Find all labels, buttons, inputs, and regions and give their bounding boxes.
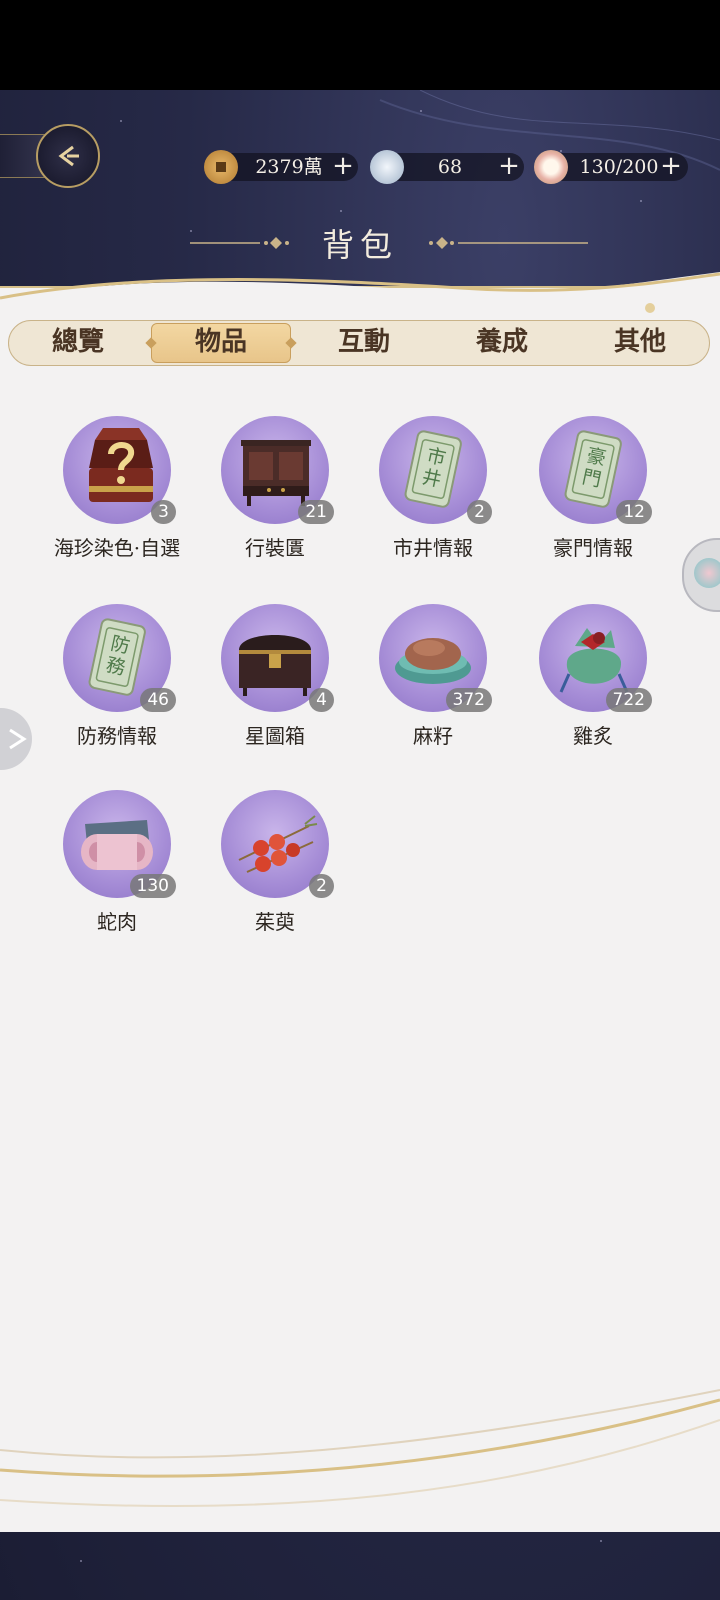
item-count: 4 xyxy=(309,688,334,712)
item-name: 雞炙 xyxy=(573,724,613,748)
inventory-item[interactable]: 防務 46 防務情報 xyxy=(42,604,192,774)
back-control xyxy=(0,124,100,188)
status-bar xyxy=(0,0,720,90)
item-name: 麻籽 xyxy=(413,724,453,748)
food-bowl-icon xyxy=(534,150,568,184)
item-name: 海珍染色·自選 xyxy=(53,536,181,560)
back-button[interactable] xyxy=(36,124,100,188)
inventory-item[interactable]: 130 蛇肉 xyxy=(42,790,192,960)
title-ornament-right xyxy=(429,237,588,249)
item-count: 46 xyxy=(140,688,176,712)
inventory-item[interactable]: 市井 2 市井情報 xyxy=(358,416,508,586)
currency-stamina: 130/200 + xyxy=(534,150,694,184)
inventory-item[interactable]: 4 星圖箱 xyxy=(200,604,350,774)
item-count: 2 xyxy=(467,500,492,524)
item-count: 130 xyxy=(129,874,176,898)
silver-pearl-icon xyxy=(370,150,404,184)
item-name: 豪門情報 xyxy=(553,536,633,560)
floating-orb-icon xyxy=(694,558,720,588)
item-count: 21 xyxy=(298,500,334,524)
inventory-item[interactable]: 3 海珍染色·自選 xyxy=(42,416,192,586)
add-coin-button[interactable]: + xyxy=(330,150,356,184)
page-title: 背包 xyxy=(321,226,398,264)
title-ornament-left xyxy=(190,237,289,249)
inventory-item[interactable]: 372 麻籽 xyxy=(358,604,508,774)
add-jade-button[interactable]: + xyxy=(496,150,522,184)
tab-other[interactable]: 其他 xyxy=(571,321,709,365)
panel-top-ornament xyxy=(0,272,720,316)
stamina-value: 130/200 xyxy=(579,156,659,178)
copper-coin-icon xyxy=(204,150,238,184)
tab-interaction[interactable]: 互動 xyxy=(295,321,433,365)
floating-assist-button[interactable] xyxy=(0,708,32,770)
inventory-item[interactable]: 豪門 12 豪門情報 xyxy=(518,416,668,586)
item-count: 3 xyxy=(151,500,176,524)
item-name: 防務情報 xyxy=(77,724,157,748)
add-stamina-button[interactable]: + xyxy=(658,150,684,184)
currency-coin: 2379萬 + xyxy=(204,150,364,184)
inventory-item[interactable]: 722 雞炙 xyxy=(518,604,668,774)
item-name: 星圖箱 xyxy=(245,724,305,748)
item-name: 蛇肉 xyxy=(97,910,137,934)
item-count: 2 xyxy=(309,874,334,898)
item-count: 12 xyxy=(616,500,652,524)
category-tab-bar: 總覽 物品 互動 養成 其他 xyxy=(8,320,710,366)
inventory-item[interactable]: 2 茱萸 xyxy=(200,790,350,960)
tab-overview[interactable]: 總覽 xyxy=(9,321,147,365)
tab-cultivation[interactable]: 養成 xyxy=(433,321,571,365)
item-name: 茱萸 xyxy=(255,910,295,934)
currency-jade: 68 + xyxy=(370,150,530,184)
coin-value: 2379萬 xyxy=(255,156,323,178)
tab-items[interactable]: 物品 xyxy=(151,323,291,363)
item-name: 市井情報 xyxy=(393,536,473,560)
assist-arrow-icon xyxy=(9,728,27,750)
inventory-item[interactable]: 21 行裝匱 xyxy=(200,416,350,586)
jade-value: 68 xyxy=(437,156,463,178)
item-name: 行裝匱 xyxy=(245,536,305,560)
back-arrow-icon xyxy=(58,145,79,167)
item-count: 372 xyxy=(445,688,492,712)
item-count: 722 xyxy=(605,688,652,712)
